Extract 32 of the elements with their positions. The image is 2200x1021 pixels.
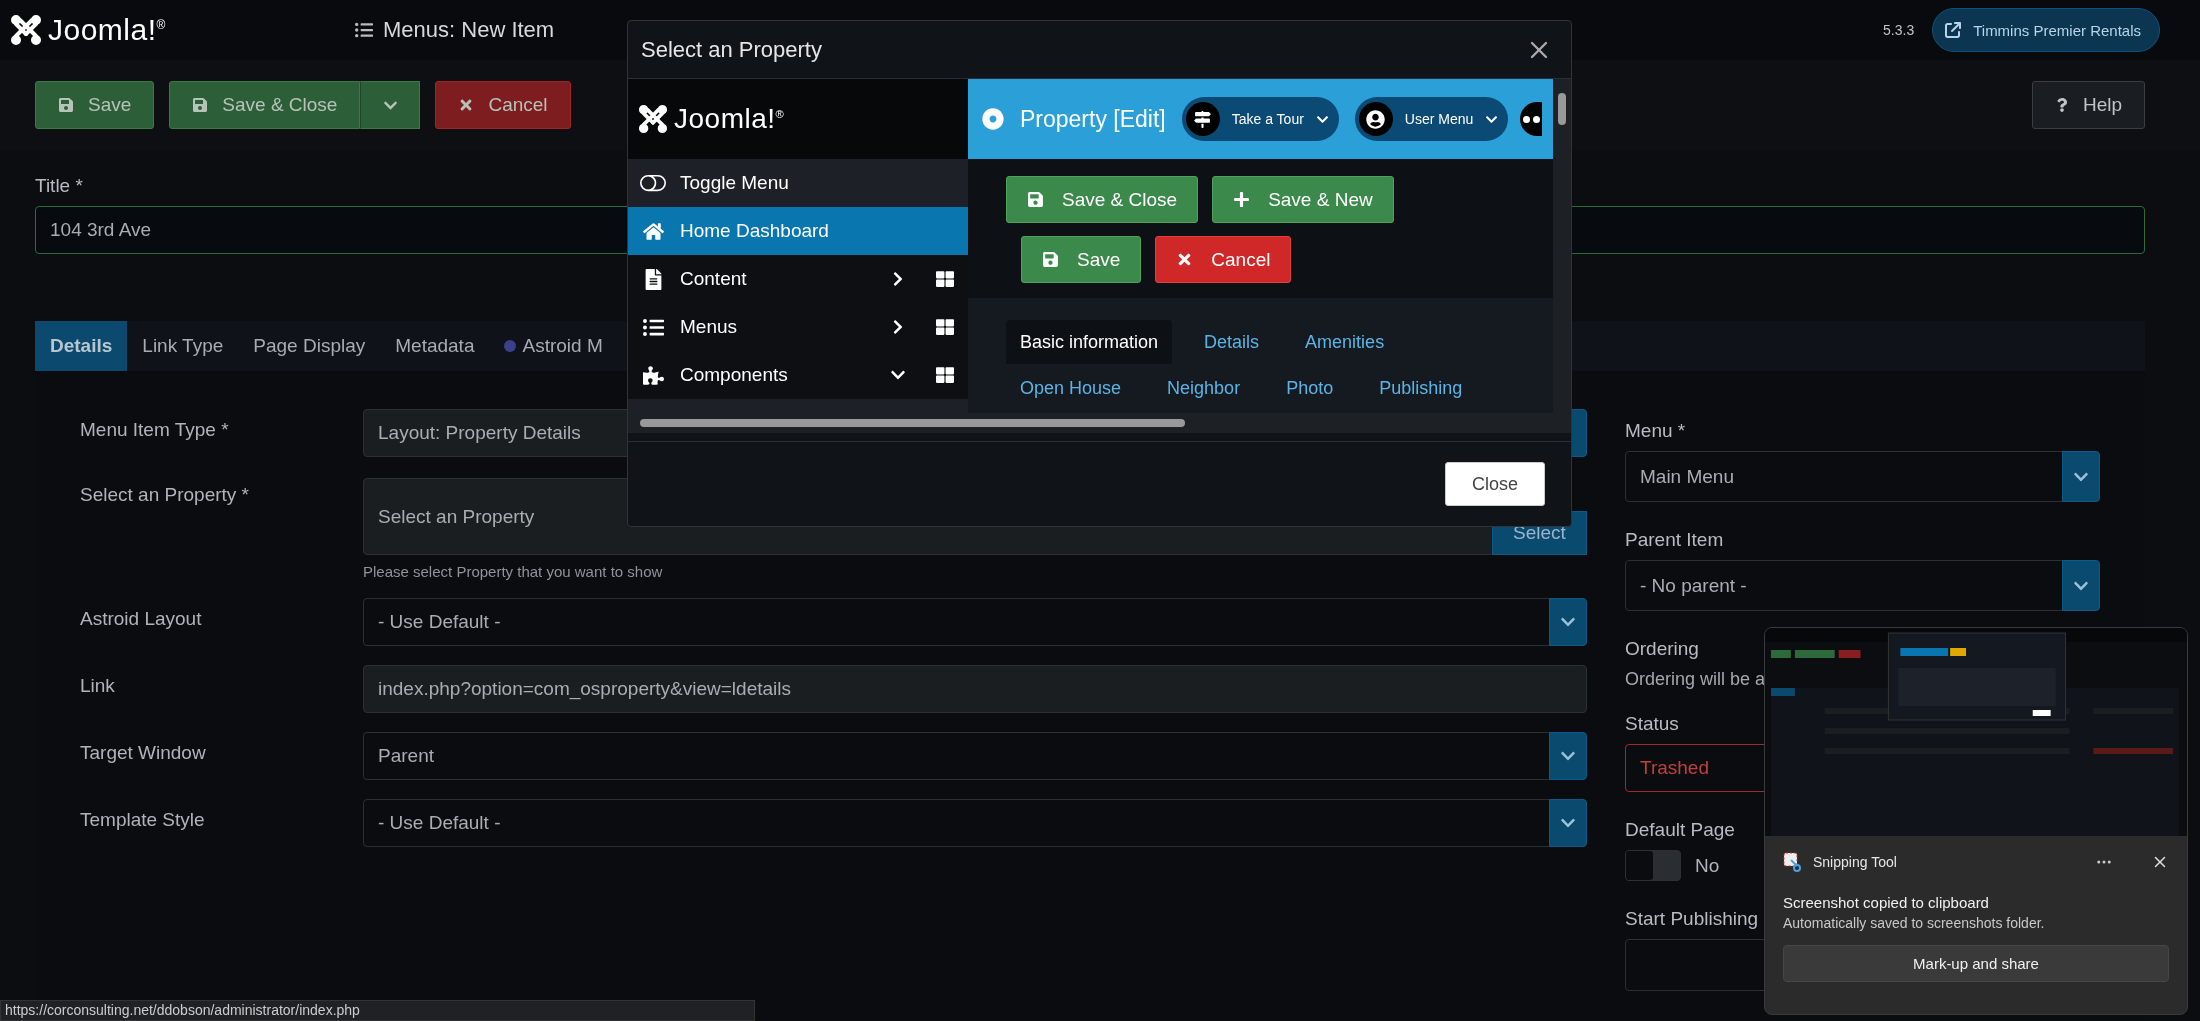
switch-label: No — [1695, 854, 1720, 877]
field-label: Target Window — [80, 741, 207, 765]
logo-wordmark: Joomla!$^{®}$ — [674, 103, 785, 135]
version-label: 5.3.3 — [1883, 22, 1915, 38]
toast-message: Screenshot copied to clipboard — [1783, 894, 1990, 911]
modal-title: Select an Property — [641, 36, 822, 63]
field-label: Menu Item Type * — [80, 418, 230, 442]
help-text: Please select Property that you want to show — [363, 563, 664, 580]
frame-heading: Property [Edit] — [1020, 105, 1166, 133]
logo-wordmark: Joomla!$^{®}$ — [48, 13, 166, 47]
menu-label: Home Dashboard — [680, 220, 830, 242]
ordering-note: Ordering will be a — [1625, 669, 1766, 690]
menu-label: Toggle Menu — [680, 172, 790, 194]
menu-label: Content — [680, 268, 748, 290]
page-title: Menus: New Item — [383, 17, 555, 43]
field-label: Link — [80, 674, 116, 698]
toast-detail: Automatically saved to screenshots folder. — [1783, 915, 2046, 931]
menu-label: Components — [680, 364, 789, 386]
field-label: Status — [1625, 712, 1679, 736]
status-url: https://corconsulting.net/ddobson/administrator/index.php — [0, 1000, 755, 1021]
field-label: Menu * — [1625, 419, 1686, 443]
field-label: Ordering — [1625, 637, 1699, 661]
field-label: Title * — [35, 174, 83, 198]
field-label: Select an Property * — [80, 483, 250, 507]
field-label: Default Page — [1625, 818, 1735, 842]
field-label: Parent Item — [1625, 528, 1724, 552]
readonly-field: index.php?option=com_osproperty&view=ldetails — [363, 665, 1587, 713]
field-label: Start Publishing — [1625, 907, 1759, 931]
app-name: Snipping Tool — [1813, 854, 1898, 870]
menu-label: Menus — [680, 316, 739, 338]
field-label: Astroid Layout — [80, 607, 203, 631]
field-label: Template Style — [80, 808, 206, 832]
